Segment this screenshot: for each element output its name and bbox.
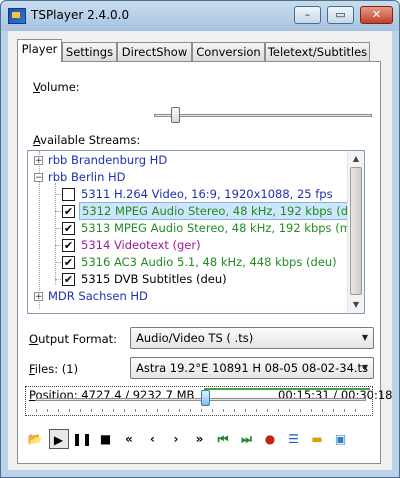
tab-teletext-subtitles[interactable]: Teletext/Subtitles <box>265 42 370 61</box>
stream-pid: 5314 <box>81 238 111 252</box>
client-area: Player Settings DirectShow Conversion Te… <box>8 31 392 470</box>
streams-scrollbar[interactable]: ▲ ▼ <box>347 151 364 313</box>
stream-description: H.264 Video, 16:9, 1920x1088, 25 fps <box>113 187 333 201</box>
stream-checkbox[interactable]: ✔ <box>62 205 75 218</box>
stream-pid: 5315 <box>81 272 111 286</box>
stop-icon[interactable]: ■ <box>96 429 116 449</box>
expand-icon[interactable]: + <box>34 292 43 302</box>
tree-line <box>55 245 61 246</box>
output-format-label: Output Format: <box>29 332 118 346</box>
maximize-button[interactable]: ▭ <box>327 6 354 24</box>
volume-slider-thumb[interactable] <box>171 107 181 123</box>
channel-name: rbb Berlin HD <box>48 170 126 184</box>
tab-settings[interactable]: Settings <box>62 42 117 61</box>
minimize-button[interactable]: – <box>294 6 321 24</box>
tree-line <box>55 194 61 195</box>
app-window: TSPlayer 2.4.0.0 – ▭ ✕ Player Settings D… <box>0 0 400 478</box>
stream-checkbox[interactable]: ✔ <box>62 239 75 252</box>
stream-label: 5314 Videotext (ger) <box>79 237 203 254</box>
tree-line <box>55 279 61 280</box>
seek-slider[interactable] <box>25 386 373 416</box>
scroll-up-icon[interactable]: ▲ <box>349 152 363 166</box>
collapse-icon[interactable]: − <box>34 173 43 183</box>
step-forward-icon[interactable]: › <box>166 429 186 449</box>
close-button[interactable]: ✕ <box>360 6 393 24</box>
stream-description: MPEG Audio Stereo, 48 kHz, 192 kbps (deu… <box>114 204 365 218</box>
stream-description: Videotext (ger) <box>113 238 201 252</box>
tree-line <box>55 228 61 229</box>
seek-ticks <box>36 409 366 412</box>
scroll-down-icon[interactable]: ▼ <box>349 298 363 312</box>
stream-description: DVB Subtitles (deu) <box>113 272 227 286</box>
stream-pid: 5312 <box>82 204 112 218</box>
text-lines-icon[interactable]: ☰ <box>284 429 304 449</box>
stream-checkbox[interactable]: ✔ <box>62 256 75 269</box>
title-bar[interactable]: TSPlayer 2.4.0.0 – ▭ ✕ <box>1 1 399 31</box>
volume-label: Volume: <box>33 80 80 94</box>
fast-forward-icon[interactable]: » <box>190 429 210 449</box>
stream-pid: 5311 <box>81 187 111 201</box>
stream-label: 5311 H.264 Video, 16:9, 1920x1088, 25 fp… <box>79 186 335 203</box>
stream-label: 5312 MPEG Audio Stereo, 48 kHz, 192 kbps… <box>79 202 365 220</box>
chevron-down-icon: ▼ <box>361 363 368 372</box>
tree-line <box>55 211 61 212</box>
volume-track <box>154 114 372 117</box>
output-format-select[interactable]: Audio/Video TS ( .ts) ▼ <box>130 327 374 349</box>
tab-player[interactable]: Player <box>17 39 62 62</box>
open-folder-icon[interactable]: 📂 <box>25 429 45 449</box>
stream-description: MPEG Audio Stereo, 48 kHz, 192 kbps (mis… <box>113 221 365 235</box>
stream-label: 5313 MPEG Audio Stereo, 48 kHz, 192 kbps… <box>79 220 365 237</box>
channel-name: rbb Brandenburg HD <box>48 153 168 167</box>
tree-line <box>55 183 56 285</box>
stream-description: AC3 Audio 5.1, 48 kHz, 448 kbps (deu) <box>113 255 337 269</box>
skip-start-icon[interactable]: ⏮ <box>213 429 233 449</box>
tab-conversion[interactable]: Conversion <box>192 42 265 61</box>
streams-tree[interactable]: + rbb Brandenburg HD − rbb Berlin HD 531… <box>27 150 365 314</box>
stream-label: 5315 DVB Subtitles (deu) <box>79 271 229 288</box>
subtitle-bar-icon[interactable]: ▬ <box>307 429 327 449</box>
output-format-value: Audio/Video TS ( .ts) <box>136 331 254 345</box>
fast-rewind-icon[interactable]: « <box>119 429 139 449</box>
buffered-indicator <box>204 388 370 390</box>
files-select[interactable]: Astra 19.2°E 10891 H 08-05 08-02-34.ts ▼ <box>130 357 374 379</box>
stream-checkbox[interactable]: ✔ <box>62 273 75 286</box>
stream-checkbox[interactable] <box>62 188 75 201</box>
seek-slider-thumb[interactable] <box>200 390 210 406</box>
screen-icon[interactable]: ▣ <box>331 429 351 449</box>
stream-pid: 5316 <box>81 255 111 269</box>
app-icon <box>8 8 26 24</box>
stream-checkbox[interactable]: ✔ <box>62 222 75 235</box>
tab-directshow[interactable]: DirectShow <box>117 42 192 61</box>
files-label: Files: (1) <box>29 362 79 376</box>
scrollbar-thumb[interactable] <box>350 167 362 295</box>
files-value: Astra 19.2°E 10891 H 08-05 08-02-34.ts <box>136 361 369 375</box>
available-streams-label: Available Streams: <box>33 133 141 147</box>
stream-pid: 5313 <box>81 221 111 235</box>
channel-name: MDR Sachsen HD <box>48 289 148 303</box>
window-title: TSPlayer 2.4.0.0 <box>31 8 130 22</box>
volume-slider[interactable] <box>154 107 372 123</box>
chevron-down-icon: ▼ <box>361 333 368 342</box>
tree-line <box>55 262 61 263</box>
stream-label: 5316 AC3 Audio 5.1, 48 kHz, 448 kbps (de… <box>79 254 339 271</box>
pause-icon[interactable]: ❚❚ <box>72 429 92 449</box>
record-icon[interactable]: ● <box>260 429 280 449</box>
skip-end-icon[interactable]: ⏭ <box>237 429 257 449</box>
expand-icon[interactable]: + <box>34 156 43 166</box>
step-back-icon[interactable]: ‹ <box>143 429 163 449</box>
play-icon[interactable]: ▶ <box>48 429 69 449</box>
